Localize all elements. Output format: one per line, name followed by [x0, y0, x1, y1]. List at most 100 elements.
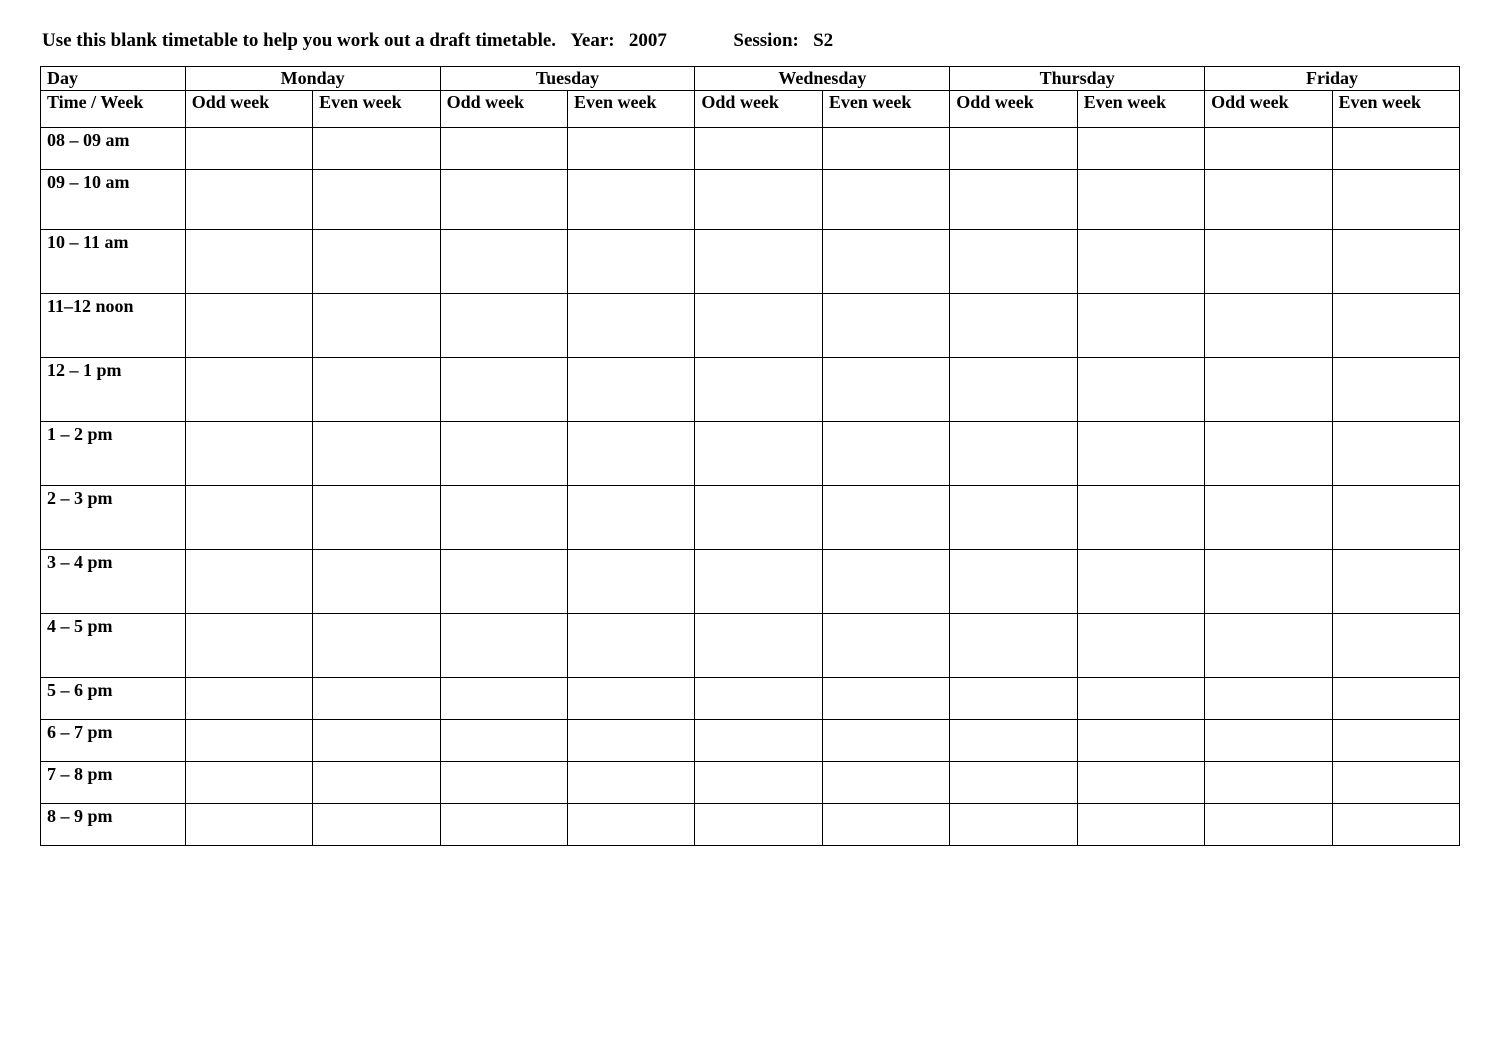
timetable-cell[interactable] — [1332, 614, 1459, 678]
timetable-cell[interactable] — [440, 614, 567, 678]
timetable-cell[interactable] — [185, 614, 312, 678]
timetable-cell[interactable] — [695, 486, 822, 550]
timetable-cell[interactable] — [313, 358, 440, 422]
timetable-cell[interactable] — [950, 550, 1077, 614]
timetable-cell[interactable] — [1332, 486, 1459, 550]
timetable-cell[interactable] — [1205, 720, 1332, 762]
timetable-cell[interactable] — [440, 486, 567, 550]
timetable-cell[interactable] — [313, 486, 440, 550]
timetable-cell[interactable] — [440, 230, 567, 294]
timetable-cell[interactable] — [185, 678, 312, 720]
timetable-cell[interactable] — [568, 762, 695, 804]
timetable-cell[interactable] — [1205, 128, 1332, 170]
timetable-cell[interactable] — [1077, 170, 1204, 230]
timetable-cell[interactable] — [822, 720, 949, 762]
timetable-cell[interactable] — [185, 720, 312, 762]
timetable-cell[interactable] — [313, 550, 440, 614]
timetable-cell[interactable] — [950, 762, 1077, 804]
timetable-cell[interactable] — [1077, 422, 1204, 486]
timetable-cell[interactable] — [185, 230, 312, 294]
timetable-cell[interactable] — [313, 720, 440, 762]
timetable-cell[interactable] — [822, 294, 949, 358]
timetable-cell[interactable] — [440, 422, 567, 486]
timetable-cell[interactable] — [822, 128, 949, 170]
timetable-cell[interactable] — [1077, 804, 1204, 846]
timetable-cell[interactable] — [568, 230, 695, 294]
timetable-cell[interactable] — [568, 294, 695, 358]
timetable-cell[interactable] — [1332, 170, 1459, 230]
timetable-cell[interactable] — [185, 804, 312, 846]
timetable-cell[interactable] — [185, 294, 312, 358]
timetable-cell[interactable] — [822, 230, 949, 294]
timetable-cell[interactable] — [185, 550, 312, 614]
timetable-cell[interactable] — [1205, 486, 1332, 550]
timetable-cell[interactable] — [695, 678, 822, 720]
timetable-cell[interactable] — [185, 128, 312, 170]
timetable-cell[interactable] — [1205, 294, 1332, 358]
timetable-cell[interactable] — [313, 762, 440, 804]
timetable-cell[interactable] — [822, 358, 949, 422]
timetable-cell[interactable] — [1077, 762, 1204, 804]
timetable-cell[interactable] — [950, 614, 1077, 678]
timetable-cell[interactable] — [1205, 762, 1332, 804]
timetable-cell[interactable] — [1332, 128, 1459, 170]
timetable-cell[interactable] — [950, 486, 1077, 550]
timetable-cell[interactable] — [440, 720, 567, 762]
timetable-cell[interactable] — [1332, 294, 1459, 358]
timetable-cell[interactable] — [313, 128, 440, 170]
timetable-cell[interactable] — [1332, 804, 1459, 846]
timetable-cell[interactable] — [950, 720, 1077, 762]
timetable-cell[interactable] — [1332, 678, 1459, 720]
timetable-cell[interactable] — [185, 486, 312, 550]
timetable-cell[interactable] — [695, 128, 822, 170]
timetable-cell[interactable] — [822, 170, 949, 230]
timetable-cell[interactable] — [313, 294, 440, 358]
timetable-cell[interactable] — [313, 804, 440, 846]
timetable-cell[interactable] — [822, 486, 949, 550]
timetable-cell[interactable] — [568, 170, 695, 230]
timetable-cell[interactable] — [1332, 230, 1459, 294]
timetable-cell[interactable] — [1077, 358, 1204, 422]
timetable-cell[interactable] — [822, 804, 949, 846]
timetable-cell[interactable] — [695, 804, 822, 846]
timetable-cell[interactable] — [313, 170, 440, 230]
timetable-cell[interactable] — [313, 678, 440, 720]
timetable-cell[interactable] — [440, 762, 567, 804]
timetable-cell[interactable] — [1077, 678, 1204, 720]
timetable-cell[interactable] — [1077, 720, 1204, 762]
timetable-cell[interactable] — [695, 170, 822, 230]
timetable-cell[interactable] — [1077, 294, 1204, 358]
timetable-cell[interactable] — [695, 422, 822, 486]
timetable-cell[interactable] — [695, 720, 822, 762]
timetable-cell[interactable] — [313, 422, 440, 486]
timetable-cell[interactable] — [1332, 550, 1459, 614]
timetable-cell[interactable] — [822, 550, 949, 614]
timetable-cell[interactable] — [1077, 486, 1204, 550]
timetable-cell[interactable] — [440, 170, 567, 230]
timetable-cell[interactable] — [950, 678, 1077, 720]
timetable-cell[interactable] — [568, 804, 695, 846]
timetable-cell[interactable] — [1077, 550, 1204, 614]
timetable-cell[interactable] — [1205, 358, 1332, 422]
timetable-cell[interactable] — [313, 614, 440, 678]
timetable-cell[interactable] — [695, 230, 822, 294]
timetable-cell[interactable] — [1077, 230, 1204, 294]
timetable-cell[interactable] — [695, 294, 822, 358]
timetable-cell[interactable] — [1205, 614, 1332, 678]
timetable-cell[interactable] — [440, 550, 567, 614]
timetable-cell[interactable] — [568, 358, 695, 422]
timetable-cell[interactable] — [440, 358, 567, 422]
timetable-cell[interactable] — [1205, 678, 1332, 720]
timetable-cell[interactable] — [1332, 358, 1459, 422]
timetable-cell[interactable] — [440, 678, 567, 720]
timetable-cell[interactable] — [822, 678, 949, 720]
timetable-cell[interactable] — [950, 358, 1077, 422]
timetable-cell[interactable] — [822, 422, 949, 486]
timetable-cell[interactable] — [440, 294, 567, 358]
timetable-cell[interactable] — [1332, 422, 1459, 486]
timetable-cell[interactable] — [185, 422, 312, 486]
timetable-cell[interactable] — [568, 422, 695, 486]
timetable-cell[interactable] — [313, 230, 440, 294]
timetable-cell[interactable] — [440, 128, 567, 170]
timetable-cell[interactable] — [185, 358, 312, 422]
